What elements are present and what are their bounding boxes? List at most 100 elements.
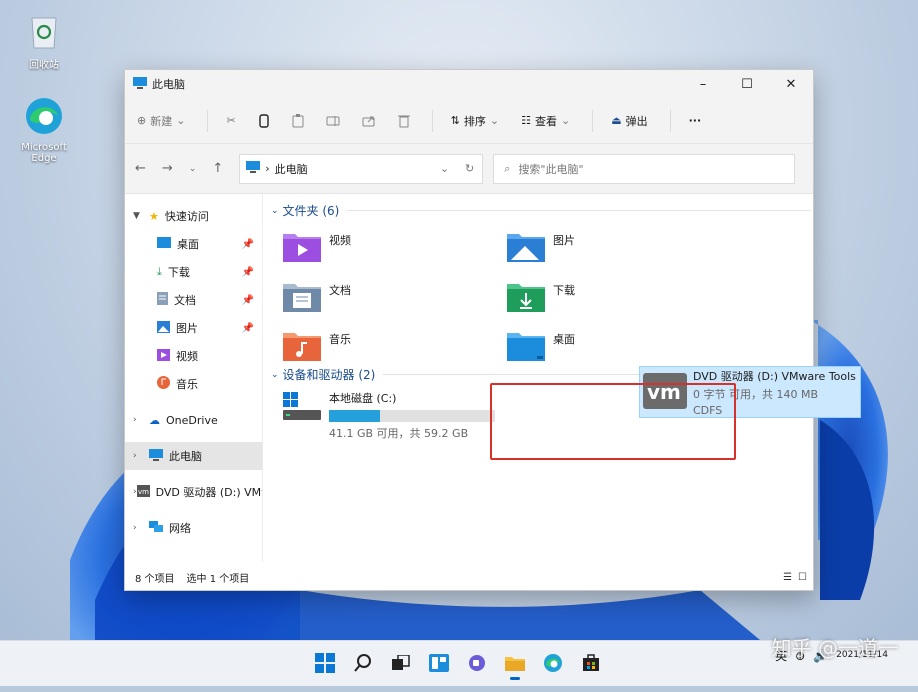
video-folder-icon <box>283 230 321 265</box>
share-icon[interactable] <box>362 115 376 127</box>
sidebar-item-this-pc[interactable]: › 此电脑 <box>125 442 262 470</box>
computer-icon <box>149 448 163 464</box>
divider <box>592 109 594 132</box>
start-button[interactable] <box>312 649 338 677</box>
edge-icon[interactable] <box>540 649 566 677</box>
store-icon[interactable] <box>578 649 604 677</box>
folder-desktop[interactable]: 桌面 <box>507 329 575 364</box>
new-label: 新建 <box>150 114 173 128</box>
back-icon[interactable]: ← <box>135 161 146 176</box>
pin-icon: 📌 <box>241 322 254 334</box>
tiles-view-icon[interactable]: ☐ <box>798 572 807 583</box>
view-icon: ☷ <box>521 114 531 127</box>
recycle-bin-icon <box>14 14 74 53</box>
sidebar-item-dvd[interactable]: › vm DVD 驱动器 (D:) VMware Tools <box>125 478 262 506</box>
music-icon <box>157 376 170 392</box>
search-placeholder: 搜索"此电脑" <box>518 162 584 176</box>
sidebar-item-downloads[interactable]: ⤓ 下载 📌 <box>125 258 262 286</box>
delete-icon[interactable] <box>397 114 410 128</box>
file-explorer-icon[interactable] <box>502 649 528 680</box>
picture-folder-icon <box>507 230 545 265</box>
address-dropdown-icon[interactable]: ⌄ <box>440 162 449 175</box>
sidebar-item-network[interactable]: › 网络 <box>125 514 262 542</box>
desktop-recycle-bin[interactable]: 回收站 <box>14 14 74 71</box>
paste-icon[interactable] <box>292 113 304 128</box>
folder-music[interactable]: 音乐 <box>283 329 351 364</box>
sort-button[interactable]: ⇅ 排序 ⌄ <box>451 113 499 129</box>
chevron-right-icon: › <box>133 451 137 461</box>
pin-icon: 📌 <box>241 238 254 250</box>
selection-count: 选中 1 个项目 <box>186 573 250 585</box>
folder-downloads[interactable]: 下载 <box>507 280 575 315</box>
breadcrumb[interactable]: 此电脑 <box>275 161 308 177</box>
drive-free-space: 41.1 GB 可用，共 59.2 GB <box>329 427 469 440</box>
forward-icon[interactable]: → <box>162 161 173 176</box>
sidebar-item-pictures[interactable]: 图片 📌 <box>125 314 262 342</box>
recent-chevron-icon[interactable]: ⌄ <box>189 164 197 174</box>
chevron-down-icon: ⌄ <box>489 114 500 127</box>
sidebar-item-quick-access[interactable]: ▼ ★ 快速访问 <box>125 202 262 230</box>
new-button[interactable]: ⊕ 新建 ⌄ <box>137 113 185 129</box>
drive-name: 本地磁盘 (C:) <box>329 392 397 405</box>
folder-label: 音乐 <box>329 333 351 346</box>
watermark: 知乎 @一道一 <box>771 636 898 660</box>
cloud-icon: ☁ <box>149 413 160 427</box>
sidebar-item-label: 下载 <box>167 266 190 279</box>
download-icon: ⤓ <box>157 265 162 278</box>
search-box[interactable]: ⌕ 搜索"此电脑" <box>493 153 796 184</box>
network-icon <box>149 520 163 536</box>
star-icon: ★ <box>149 209 159 223</box>
eject-button[interactable]: ⏏ 弹出 <box>611 113 647 129</box>
details-view-icon[interactable]: ☰ <box>783 572 792 583</box>
search-icon: ⌕ <box>504 161 511 175</box>
sidebar-item-documents[interactable]: 文档 📌 <box>125 286 262 314</box>
computer-icon <box>246 161 261 176</box>
more-button[interactable]: ··· <box>689 114 702 127</box>
sidebar-item-desktop[interactable]: 桌面 📌 <box>125 230 262 258</box>
maximize-button[interactable]: ☐ <box>725 70 769 98</box>
folder-documents[interactable]: 文档 <box>283 280 351 315</box>
divider <box>207 109 209 132</box>
document-icon <box>157 292 168 308</box>
music-folder-icon <box>283 329 321 364</box>
computer-icon <box>133 76 147 92</box>
copy-icon[interactable] <box>258 113 270 128</box>
windows-drive-icon <box>283 390 321 441</box>
drive-c[interactable]: 本地磁盘 (C:) 41.1 GB 可用，共 59.2 GB <box>283 390 495 441</box>
sidebar-item-label: OneDrive <box>166 413 218 427</box>
chat-icon[interactable] <box>464 649 490 677</box>
breadcrumb-separator: › <box>265 162 270 175</box>
cut-icon[interactable]: ✂ <box>226 114 235 127</box>
sidebar-item-music[interactable]: 音乐 <box>125 370 262 398</box>
rename-icon[interactable] <box>326 115 340 127</box>
folder-pictures[interactable]: 图片 <box>507 230 575 265</box>
task-view-icon[interactable] <box>388 649 414 677</box>
pin-icon: 📌 <box>241 294 254 306</box>
widgets-icon[interactable] <box>426 649 452 677</box>
refresh-icon[interactable]: ↻ <box>465 162 474 175</box>
sidebar-item-label: DVD 驱动器 (D:) VMware Tools <box>155 486 262 499</box>
search-icon[interactable] <box>350 649 376 677</box>
chevron-right-icon: › <box>133 523 137 533</box>
divider <box>431 109 433 132</box>
title-bar[interactable]: 此电脑 – ☐ ✕ <box>125 70 813 98</box>
folder-videos[interactable]: 视频 <box>283 230 351 265</box>
folders-section-header[interactable]: ⌄ 文件夹 (6) <box>271 202 811 219</box>
address-bar[interactable]: › 此电脑 ⌄ ↻ <box>239 153 484 184</box>
recycle-bin-label: 回收站 <box>29 60 59 71</box>
view-button[interactable]: ☷ 查看 ⌄ <box>521 113 570 129</box>
sidebar-item-label: 网络 <box>169 522 191 535</box>
explorer-window: 此电脑 – ☐ ✕ ⊕ 新建 ⌄ ✂ ⇅ 排序 ⌄ ☷ 查看 ⌄ ⏏ 弹出 ··… <box>124 69 861 591</box>
up-icon[interactable]: ↑ <box>212 161 223 176</box>
svg-text:vm: vm <box>138 488 149 496</box>
minimize-button[interactable]: – <box>681 70 725 98</box>
sidebar-item-onedrive[interactable]: › ☁ OneDrive <box>125 406 262 434</box>
picture-icon <box>157 320 170 336</box>
desktop-edge[interactable]: Microsoft Edge <box>14 96 74 164</box>
chevron-down-icon: ⌄ <box>271 369 279 380</box>
windows-icon <box>315 653 335 673</box>
drive-usage-bar <box>329 410 495 422</box>
close-button[interactable]: ✕ <box>769 70 813 98</box>
sidebar-item-videos[interactable]: 视频 <box>125 342 262 370</box>
sort-icon: ⇅ <box>450 114 460 127</box>
